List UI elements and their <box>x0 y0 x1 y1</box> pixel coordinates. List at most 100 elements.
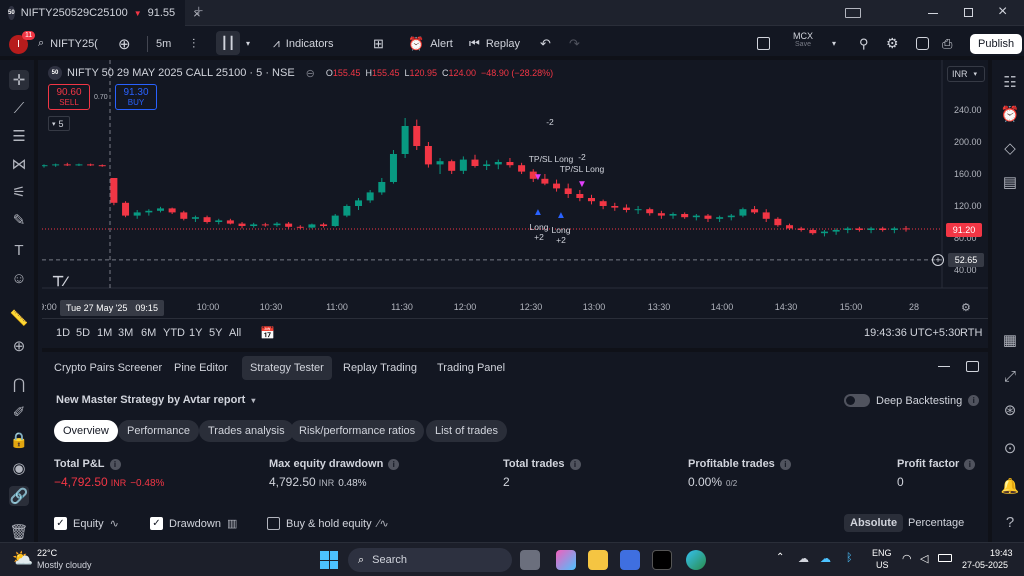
clock-date[interactable]: 27-05-2025 <box>962 560 1008 570</box>
chevron-down-icon[interactable]: ▾ <box>246 27 250 60</box>
info-icon[interactable]: i <box>968 395 980 406</box>
series-style-icon[interactable]: ▥ <box>227 517 237 530</box>
redo-icon[interactable]: ↷ <box>569 27 580 60</box>
timeframe-1y[interactable]: 1Y <box>189 319 202 347</box>
buy-button[interactable]: 91.30 BUY <box>115 84 157 110</box>
link-icon[interactable]: 🔗 <box>9 486 29 506</box>
pattern-icon[interactable]: ⋈ <box>9 154 29 174</box>
compare-plus-icon[interactable]: ⊕ <box>118 27 131 60</box>
weather-cloud-icon[interactable]: ⛅ <box>12 549 33 569</box>
tray-chevron-icon[interactable]: ⌃ <box>776 552 784 563</box>
checkbox-box[interactable] <box>267 517 280 530</box>
bluetooth-icon[interactable]: ᛒ <box>846 552 853 564</box>
alert-button[interactable]: ⏰ Alert <box>408 27 453 60</box>
tab-crypto-pairs-screener[interactable]: Crypto Pairs Screener <box>46 356 170 380</box>
maximize-panel-icon[interactable] <box>966 361 979 372</box>
symbol-search-button[interactable]: ⌕ NIFTY25( <box>38 27 98 60</box>
indicators-button[interactable]: ⩘ Indicators <box>273 27 333 60</box>
task-view-icon[interactable] <box>520 550 540 570</box>
taskbar-search[interactable]: ⌕ Search <box>348 548 512 572</box>
quick-search-icon[interactable]: ⚲ <box>859 27 869 60</box>
help-icon[interactable]: ? <box>1000 512 1020 532</box>
emoji-icon[interactable]: ☺ <box>9 268 29 288</box>
toggle-switch[interactable] <box>844 394 870 407</box>
interval-button[interactable]: 5m <box>156 27 171 60</box>
timeframe-6m[interactable]: 6M <box>141 319 156 347</box>
info-icon[interactable]: i <box>779 458 791 470</box>
strategy-selector[interactable]: New Master Strategy by Avtar report ▾ <box>56 394 255 406</box>
tab-pine-editor[interactable]: Pine Editor <box>166 356 236 380</box>
close-window-icon[interactable]: × <box>998 3 1007 21</box>
info-icon[interactable]: i <box>569 458 581 470</box>
fullscreen-icon[interactable] <box>916 37 929 50</box>
onedrive-cloud-icon[interactable]: ☁ <box>798 552 809 565</box>
layout-chevron-icon[interactable]: ▾ <box>832 27 836 60</box>
checkbox-box[interactable]: ✓ <box>54 517 67 530</box>
minimize-icon[interactable] <box>928 13 938 14</box>
alerts-clock-icon[interactable]: ⏰ <box>1000 104 1020 124</box>
restore-icon[interactable] <box>964 8 973 17</box>
replay-button[interactable]: ⏮ Replay <box>469 27 520 60</box>
deep-backtesting-toggle[interactable]: Deep Backtesting i <box>844 394 980 407</box>
watchlist-icon[interactable]: ☷ <box>1000 72 1020 92</box>
info-icon[interactable]: i <box>964 458 976 470</box>
brush-icon[interactable]: ✎ <box>9 210 29 230</box>
timeframe-5y[interactable]: 5Y <box>209 319 222 347</box>
minimize-panel-icon[interactable] <box>938 366 950 367</box>
fullscreen-square-icon[interactable] <box>757 37 770 50</box>
publish-button[interactable]: Publish <box>970 34 1023 54</box>
tab-replay-trading[interactable]: Replay Trading <box>335 356 425 380</box>
info-icon[interactable]: i <box>388 458 400 470</box>
price-chart[interactable]: 240.00200.00160.00120.0080.0040.009:0010… <box>42 60 988 318</box>
layers-icon[interactable]: ◇ <box>1000 138 1020 158</box>
crosshair-icon[interactable]: ✛ <box>9 70 29 90</box>
tab-strategy-tester[interactable]: Strategy Tester <box>242 356 332 380</box>
start-windows-icon[interactable] <box>320 551 338 569</box>
region[interactable]: US <box>876 560 889 570</box>
trend-line-icon[interactable]: ⟋ <box>9 98 29 118</box>
volume-icon[interactable]: ◁ <box>920 552 928 565</box>
series-style-icon[interactable]: ∕∿ <box>378 517 389 530</box>
lock-drawing-icon[interactable]: ✐ <box>9 402 29 422</box>
subtab-performance[interactable]: Performance <box>118 420 199 442</box>
clock[interactable]: 19:43:36 UTC+5:30 <box>864 319 960 347</box>
subtab-risk-performance-ratios[interactable]: Risk/performance ratios <box>290 420 425 442</box>
signal-icon[interactable]: ⊙ <box>1000 438 1020 458</box>
notifications-bell-icon[interactable]: 🔔 <box>1000 476 1020 496</box>
bar-style-icon[interactable]: ⫶ <box>192 27 195 60</box>
checkbox-buy-hold-equity[interactable]: Buy & hold equity ∕∿ <box>267 517 389 530</box>
edge-browser-icon[interactable] <box>686 550 706 570</box>
crosshair-add-icon[interactable]: + <box>932 254 944 266</box>
indicators-toggle[interactable]: ▾ 5 <box>48 116 70 131</box>
layout-selector[interactable]: MCX Save <box>791 31 815 48</box>
checkbox-drawdown[interactable]: ✓ Drawdown ▥ <box>150 517 237 530</box>
clock-time[interactable]: 19:43 <box>990 548 1013 558</box>
browser-tab[interactable]: 50 NIFTY250529C25100 ▼ 91.55 × <box>0 0 201 26</box>
axis-settings-icon[interactable]: ⚙ <box>961 301 971 314</box>
camera-icon[interactable]: ⎙ <box>942 27 952 60</box>
copilot-icon[interactable] <box>556 550 576 570</box>
lock-icon[interactable]: 🔒 <box>9 430 29 450</box>
timeframe-3m[interactable]: 3M <box>118 319 133 347</box>
symbol-title[interactable]: NIFTY 50 29 MAY 2025 CALL 25100 · 5 · NS… <box>67 67 295 79</box>
timeframe-1m[interactable]: 1M <box>97 319 112 347</box>
new-tab-button[interactable]: + <box>194 3 203 21</box>
stream-icon[interactable]: ⊛ <box>1000 400 1020 420</box>
undo-icon[interactable]: ↶ <box>540 27 551 60</box>
magnet-icon[interactable]: ⋂ <box>9 374 29 394</box>
timeframe-1d[interactable]: 1D <box>56 319 70 347</box>
ideas-icon[interactable]: ⤢ <box>1000 366 1020 386</box>
date-range-icon[interactable]: 📅 <box>260 319 275 347</box>
session-label[interactable]: RTH <box>960 319 982 347</box>
percentage-button[interactable]: Percentage <box>908 517 964 529</box>
timeframe-all[interactable]: All <box>229 319 241 347</box>
ruler-icon[interactable]: 📏 <box>9 308 29 328</box>
fib-retracement-icon[interactable]: ☰ <box>9 126 29 146</box>
checkbox-equity[interactable]: ✓ Equity ∿ <box>54 517 119 530</box>
onedrive-blue-icon[interactable]: ☁ <box>820 552 831 565</box>
absolute-button[interactable]: Absolute <box>844 514 904 532</box>
chat-icon[interactable]: ▤ <box>1000 172 1020 192</box>
wifi-icon[interactable]: ◠ <box>902 552 912 565</box>
info-icon[interactable]: i <box>109 458 121 470</box>
trash-icon[interactable]: 🗑 <box>9 522 29 542</box>
